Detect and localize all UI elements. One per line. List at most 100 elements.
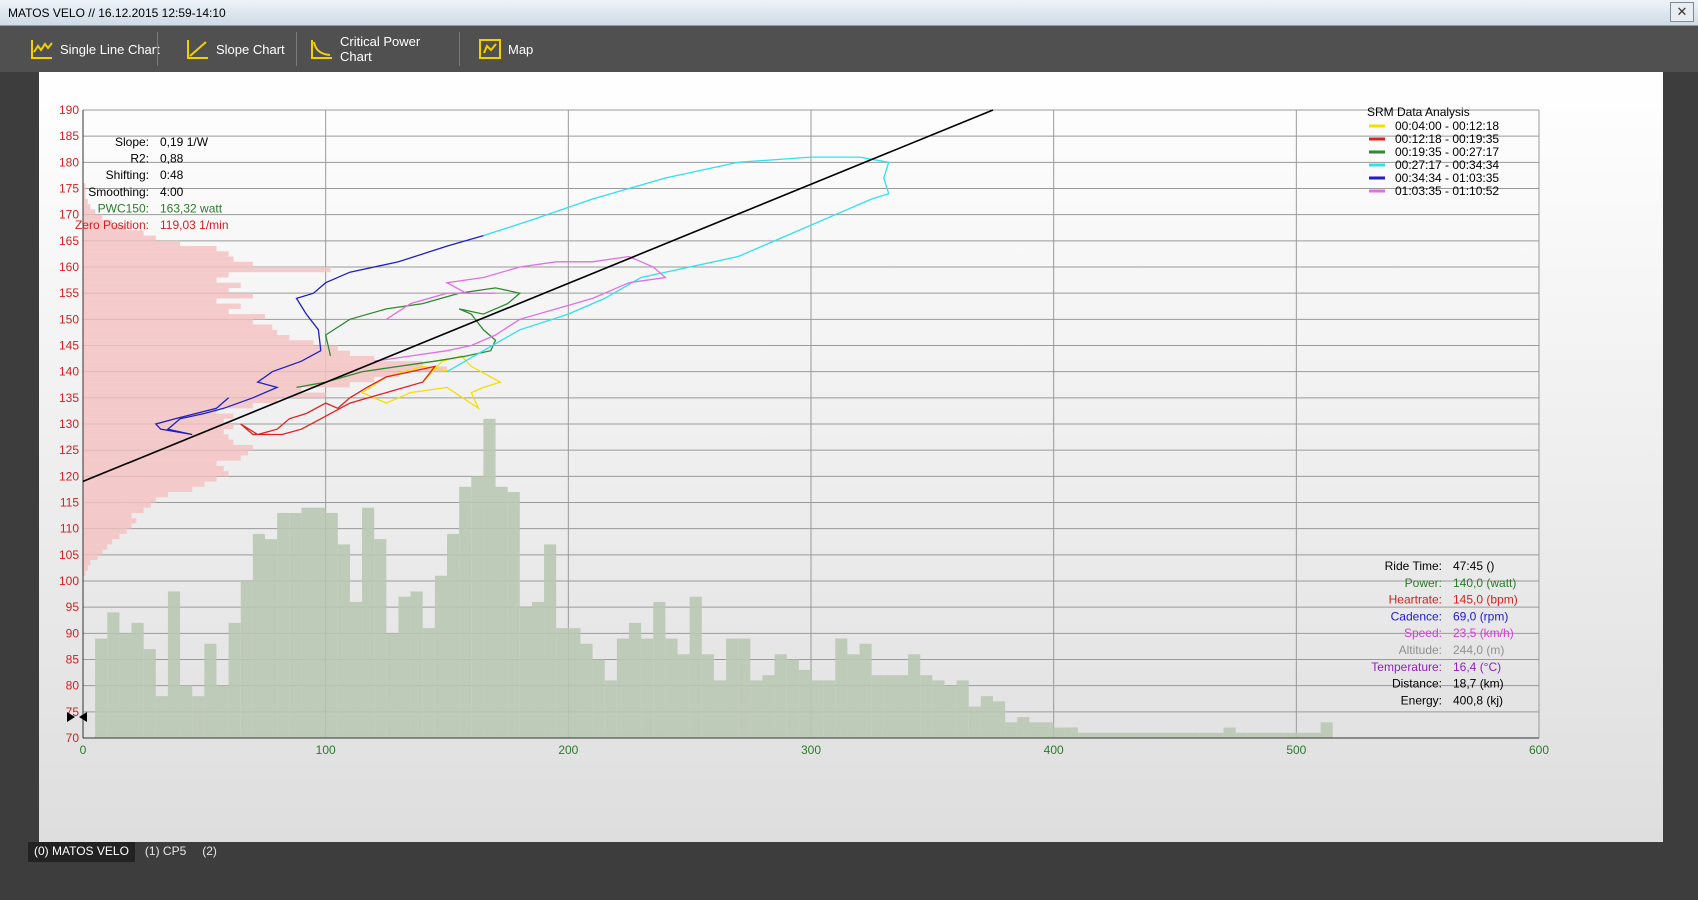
close-button[interactable]: ✕ xyxy=(1670,2,1694,22)
y-tick-label: 80 xyxy=(66,679,80,693)
summary-label: Cadence: xyxy=(1391,609,1442,623)
power-histogram-bar xyxy=(180,685,193,738)
cadence-histogram-bar xyxy=(83,355,375,362)
power-histogram-bar xyxy=(1126,732,1139,738)
y-tick-label: 155 xyxy=(59,286,79,300)
legend-entry: 00:19:35 - 00:27:17 xyxy=(1395,145,1499,159)
critical-power-chart-label: Critical Power Chart xyxy=(340,34,421,64)
power-histogram-bar xyxy=(726,638,739,738)
stat-value: 0:48 xyxy=(160,168,184,182)
power-histogram-bar xyxy=(944,685,957,738)
cadence-histogram-bar xyxy=(83,560,91,566)
cadence-histogram-bar xyxy=(83,293,253,299)
power-histogram-bar xyxy=(119,633,132,738)
toolbar-separator xyxy=(157,32,158,66)
power-histogram-bar xyxy=(1308,732,1321,738)
power-histogram-bar xyxy=(1247,732,1260,738)
cadence-histogram-bar xyxy=(83,198,88,205)
y-tick-label: 95 xyxy=(66,600,80,614)
x-tick-label: 0 xyxy=(80,743,87,757)
stat-label: Smoothing: xyxy=(88,185,149,199)
power-histogram-bar xyxy=(204,643,217,738)
power-histogram-bar xyxy=(568,628,581,738)
summary-value: 244,0 (m) xyxy=(1453,643,1504,657)
y-tick-label: 125 xyxy=(59,443,79,457)
power-histogram-bar xyxy=(422,628,435,738)
summary-label: Temperature: xyxy=(1371,660,1442,674)
cadence-histogram-bar xyxy=(83,314,265,320)
power-histogram-bar xyxy=(1296,732,1309,738)
cadence-histogram-bar xyxy=(83,303,241,309)
power-histogram-bar xyxy=(932,680,945,738)
tab-cp5[interactable]: (1) CP5 xyxy=(139,842,192,862)
power-histogram-bar xyxy=(1175,732,1188,738)
y-tick-label: 100 xyxy=(59,574,79,588)
power-histogram-bar xyxy=(228,622,241,738)
power-histogram-bar xyxy=(386,633,399,738)
tab-matos-velo[interactable]: (0) MATOS VELO xyxy=(28,842,135,862)
stat-value: 4:00 xyxy=(160,185,184,199)
power-histogram-bar xyxy=(1223,727,1236,738)
power-histogram-bar xyxy=(580,643,593,738)
power-histogram-bar xyxy=(847,654,860,738)
x-tick-label: 600 xyxy=(1529,743,1549,757)
cadence-histogram-bar xyxy=(83,204,91,210)
srm-slope-chart[interactable]: 7075808590951001051101151201251301351401… xyxy=(39,72,1663,842)
y-tick-label: 130 xyxy=(59,417,79,431)
cadence-histogram-bar xyxy=(83,235,156,241)
stat-value: 0,19 1/W xyxy=(160,135,209,149)
cadence-histogram-bar xyxy=(83,267,331,273)
cadence-histogram-bar xyxy=(83,277,217,283)
y-tick-label: 70 xyxy=(66,731,80,745)
map-button[interactable]: Map xyxy=(468,30,548,68)
cadence-histogram-bar xyxy=(83,329,278,336)
cadence-histogram-bar xyxy=(83,439,234,445)
power-histogram-bar xyxy=(1199,732,1212,738)
power-histogram-bar xyxy=(240,581,253,738)
power-histogram-bar xyxy=(1138,732,1151,738)
cadence-histogram-bar xyxy=(83,240,181,247)
cadence-histogram-bar xyxy=(83,287,229,294)
cadence-histogram-bar xyxy=(83,528,127,534)
cadence-histogram-bar xyxy=(83,465,224,472)
power-histogram-bar xyxy=(495,486,508,738)
power-histogram-bar xyxy=(823,680,836,738)
single-line-chart-button[interactable]: Single Line Chart xyxy=(20,30,160,68)
power-histogram-bar xyxy=(1320,722,1333,738)
chart-panel[interactable]: 70 75 80 85 90 95 100 105 110 115 120 125 130 135 140 1… xyxy=(39,72,1663,842)
power-histogram-bar xyxy=(883,675,896,738)
x-tick-label: 400 xyxy=(1044,743,1064,757)
cadence-histogram-bar xyxy=(83,549,103,555)
cadence-histogram-bar xyxy=(83,209,96,215)
power-histogram-bar xyxy=(1235,732,1248,738)
slope-chart-icon xyxy=(187,40,208,59)
power-histogram-bar xyxy=(483,418,496,738)
stat-label: Shifting: xyxy=(106,168,149,182)
critical-power-chart-button[interactable]: Critical Power Chart xyxy=(300,30,450,68)
legend-entry: 00:12:18 - 00:19:35 xyxy=(1395,132,1499,146)
summary-label: Distance: xyxy=(1392,677,1442,691)
power-histogram-bar xyxy=(1090,732,1103,738)
tab-2[interactable]: (2) xyxy=(196,842,223,862)
cadence-histogram-bar xyxy=(83,340,314,346)
power-histogram-bar xyxy=(434,575,447,738)
slope-chart-button[interactable]: Slope Chart xyxy=(176,30,286,68)
cadence-histogram-bar xyxy=(83,282,241,288)
summary-value: 69,0 (rpm) xyxy=(1453,609,1508,623)
y-tick-label: 185 xyxy=(59,129,79,143)
power-histogram-bar xyxy=(192,696,205,738)
power-histogram-bar xyxy=(1150,732,1163,738)
power-histogram-bar xyxy=(410,591,423,738)
power-histogram-bar xyxy=(325,512,338,738)
legend-title: SRM Data Analysis xyxy=(1367,105,1470,119)
cadence-histogram-bar xyxy=(83,350,350,356)
power-histogram-bar xyxy=(968,706,981,738)
series-line xyxy=(446,156,890,373)
power-histogram-bar xyxy=(993,701,1006,738)
power-histogram-bar xyxy=(895,675,909,738)
power-histogram-bar xyxy=(131,622,144,738)
power-histogram-bar xyxy=(313,507,326,738)
cadence-histogram-bar xyxy=(83,450,249,456)
summary-label: Heartrate: xyxy=(1389,593,1442,607)
cadence-histogram-bar xyxy=(83,272,229,278)
